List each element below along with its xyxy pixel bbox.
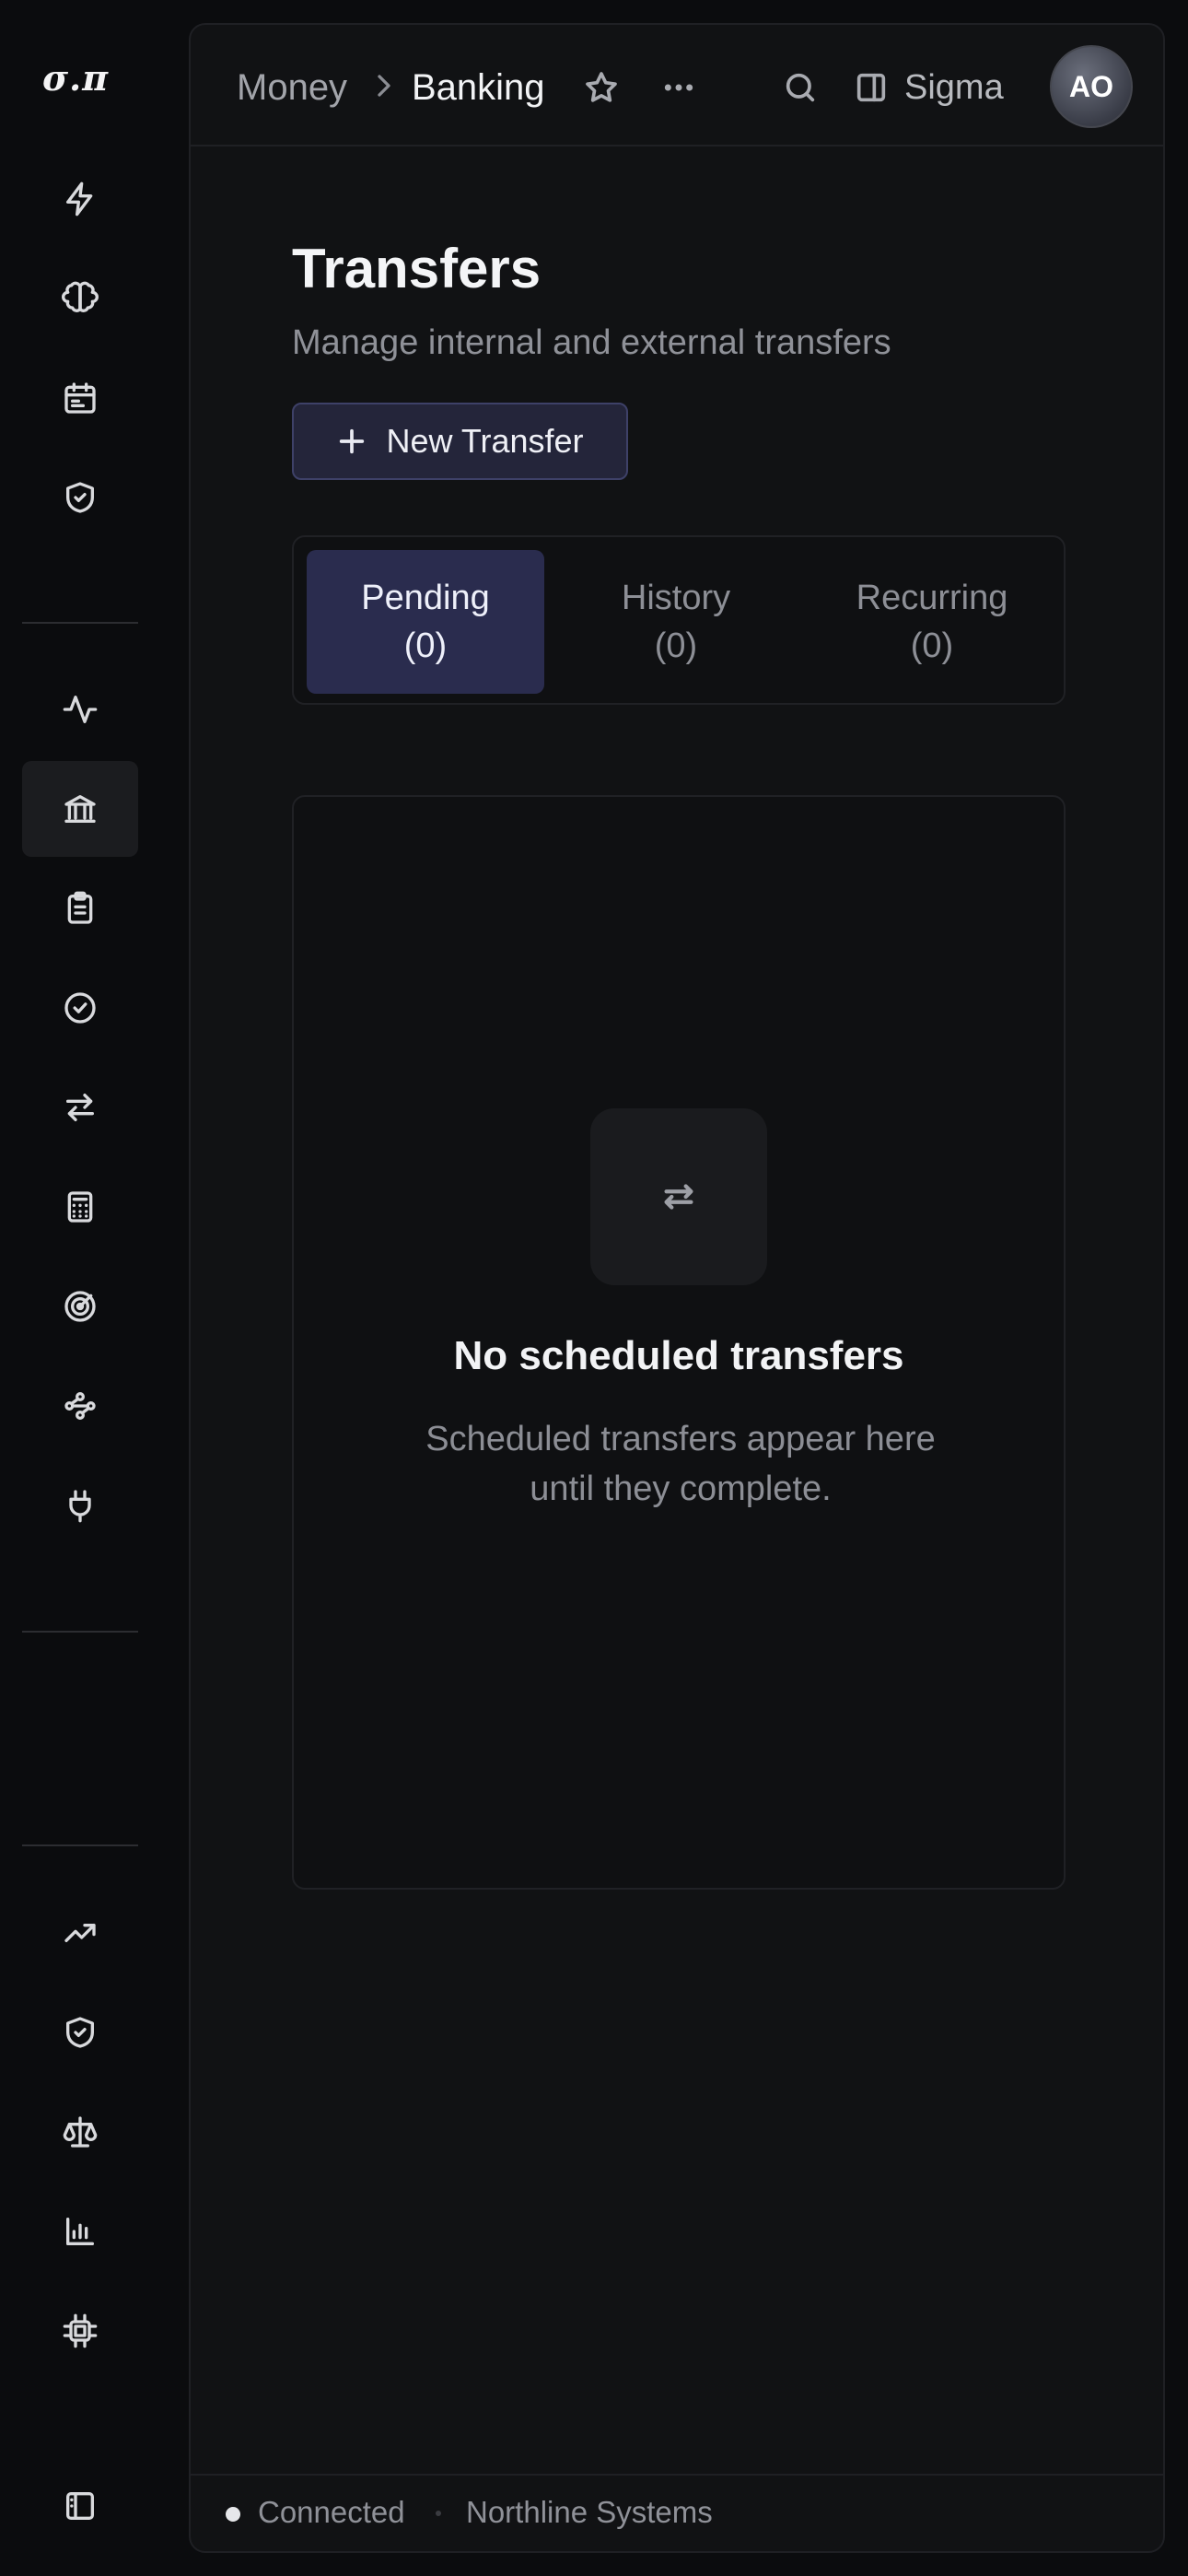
brain-icon bbox=[62, 281, 99, 312]
sidebar-toggle-button[interactable] bbox=[22, 2458, 138, 2554]
sidebar-item-badge-check[interactable] bbox=[22, 960, 138, 1056]
empty-state-card: No scheduled transfers Scheduled transfe… bbox=[292, 795, 1066, 1890]
tab-label: Recurring bbox=[856, 579, 1008, 617]
trending-up-icon bbox=[64, 1924, 96, 1942]
sidebar-divider bbox=[22, 622, 138, 624]
calendar-icon bbox=[64, 382, 96, 414]
new-transfer-button[interactable]: New Transfer bbox=[292, 403, 628, 480]
sidebar-item-lightning[interactable] bbox=[22, 151, 138, 247]
connection-status-dot bbox=[226, 2507, 240, 2522]
breadcrumb-banking[interactable]: Banking bbox=[412, 65, 545, 110]
empty-state-description: Scheduled transfers appear here until th… bbox=[425, 1420, 936, 1508]
sidebar-item-brain[interactable] bbox=[22, 251, 138, 346]
sidebar-item-legal[interactable] bbox=[22, 2084, 138, 2180]
sidebar-item-transfers[interactable] bbox=[22, 1060, 138, 1155]
workspace-label: Sigma bbox=[904, 67, 1004, 107]
status-bar: Connected Northline Systems bbox=[191, 2474, 1163, 2551]
tab-count: (0) bbox=[403, 626, 448, 665]
breadcrumb-money[interactable]: Money bbox=[237, 65, 347, 110]
more-horizontal-icon bbox=[664, 84, 693, 91]
topbar: Money Banking Sigma AO bbox=[191, 25, 1163, 146]
sidebar-item-chip[interactable] bbox=[22, 2283, 138, 2379]
sidebar-divider bbox=[22, 1844, 138, 1846]
separator-dot bbox=[436, 2511, 441, 2516]
arrows-exchange-icon bbox=[66, 1094, 95, 1121]
clipboard-icon bbox=[67, 891, 93, 924]
sidebar-item-trending[interactable] bbox=[22, 1885, 138, 1981]
lightning-icon bbox=[66, 181, 93, 217]
workflow-icon bbox=[64, 1392, 96, 1420]
sidebar-item-shield[interactable] bbox=[22, 450, 138, 545]
arrows-exchange-icon bbox=[664, 1184, 693, 1210]
bank-icon bbox=[64, 795, 96, 823]
new-transfer-label: New Transfer bbox=[386, 422, 584, 460]
sidebar-item-reports[interactable] bbox=[22, 2184, 138, 2279]
scale-icon bbox=[63, 2116, 98, 2148]
chip-icon bbox=[63, 2313, 98, 2348]
tab-label: Pending bbox=[361, 579, 490, 617]
badge-check-icon bbox=[64, 992, 96, 1024]
sidebar-item-target[interactable] bbox=[22, 1259, 138, 1354]
tab-history[interactable]: History (0) bbox=[570, 550, 782, 694]
more-options-button[interactable] bbox=[653, 62, 705, 113]
target-icon bbox=[64, 1291, 96, 1322]
avatar[interactable]: AO bbox=[1050, 45, 1133, 128]
sidebar-item-calculator[interactable] bbox=[22, 1159, 138, 1255]
shield-check-icon bbox=[66, 2017, 95, 2048]
sidebar-item-security[interactable] bbox=[22, 1985, 138, 2080]
shield-check-icon bbox=[66, 482, 95, 513]
sidebar-item-workflow[interactable] bbox=[22, 1358, 138, 1454]
star-icon bbox=[586, 72, 617, 102]
sidebar-panel-icon bbox=[856, 73, 886, 102]
page-subtitle: Manage internal and external transfers bbox=[292, 323, 891, 362]
tab-recurring[interactable]: Recurring (0) bbox=[809, 550, 1054, 694]
empty-state-title: No scheduled transfers bbox=[453, 1333, 904, 1378]
plug-icon bbox=[69, 1490, 91, 1523]
empty-state-icon-box bbox=[590, 1108, 767, 1285]
search-button[interactable] bbox=[775, 62, 826, 113]
page-title: Transfers bbox=[292, 238, 542, 299]
calculator-icon bbox=[67, 1191, 93, 1223]
sidebar-item-plug[interactable] bbox=[22, 1458, 138, 1553]
tab-pending[interactable]: Pending (0) bbox=[307, 550, 544, 694]
sidebar-item-calendar[interactable] bbox=[22, 350, 138, 446]
app-logo[interactable]: σ.π bbox=[42, 57, 116, 99]
tab-label: History bbox=[621, 579, 731, 617]
favorite-button[interactable] bbox=[576, 62, 627, 113]
workspace-switcher[interactable]: Sigma bbox=[853, 62, 1004, 113]
tab-count: (0) bbox=[654, 626, 698, 665]
organization-name: Northline Systems bbox=[466, 2495, 713, 2529]
panel-toggle-icon bbox=[66, 2492, 94, 2520]
bar-chart-icon bbox=[66, 2218, 95, 2245]
connection-status: Connected bbox=[258, 2495, 405, 2529]
sidebar-divider bbox=[22, 1631, 138, 1633]
activity-icon bbox=[63, 696, 98, 723]
transfer-tabs: Pending (0) History (0) Recurring (0) bbox=[292, 535, 1066, 705]
sidebar-item-banking[interactable] bbox=[22, 761, 138, 857]
plus-icon bbox=[340, 428, 365, 454]
chevron-right-icon bbox=[366, 67, 402, 114]
tab-count: (0) bbox=[910, 626, 954, 665]
sidebar-item-activity[interactable] bbox=[22, 662, 138, 757]
sidebar-item-clipboard[interactable] bbox=[22, 861, 138, 956]
main-panel: Money Banking Sigma AO Transfers Manage … bbox=[189, 23, 1165, 2553]
sidebar: σ.π bbox=[0, 0, 162, 2576]
search-icon bbox=[786, 73, 815, 102]
